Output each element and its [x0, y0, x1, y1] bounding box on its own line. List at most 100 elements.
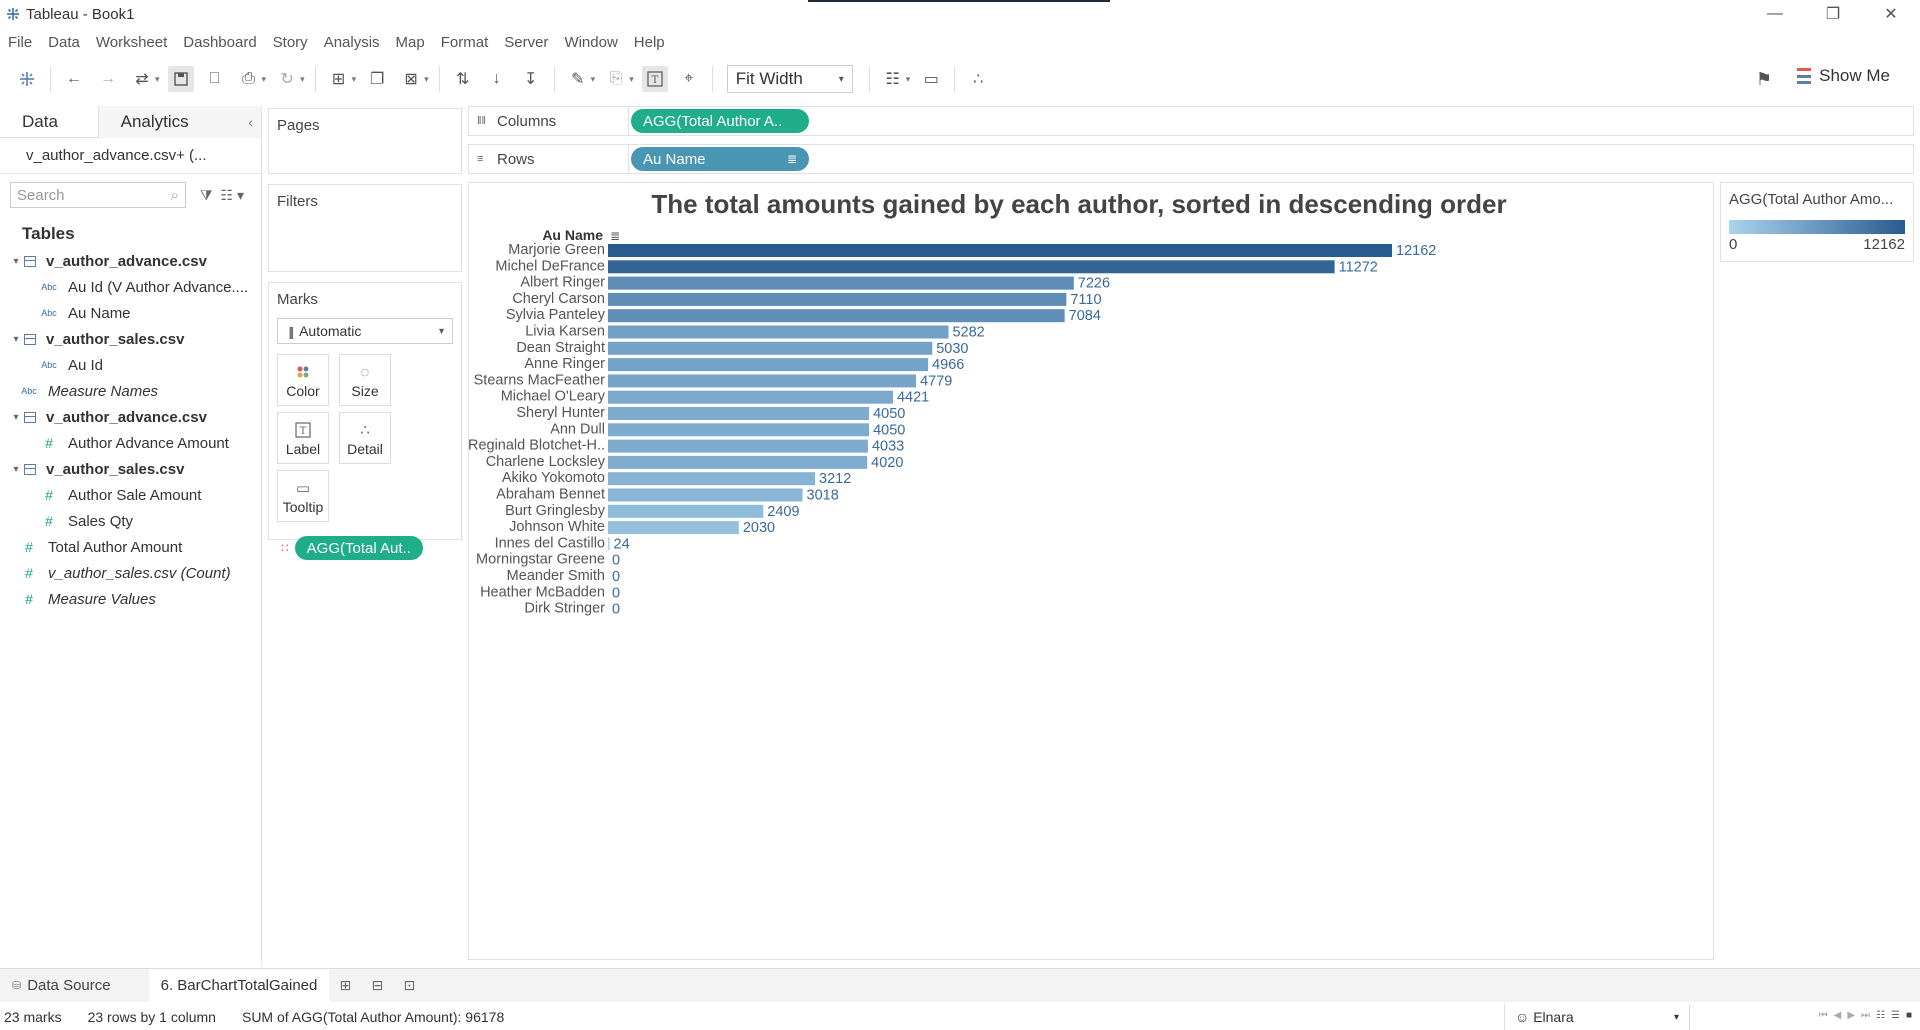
duplicate-sheet-icon[interactable]: ❐	[364, 66, 390, 92]
rows-pill[interactable]: Au Name ≣	[631, 147, 809, 171]
chevron-down-icon[interactable]: ▾	[906, 74, 911, 85]
pause-updates-icon[interactable]: ⎙	[236, 66, 262, 92]
tab-analytics[interactable]: Analytics ‹	[97, 106, 261, 138]
chevron-down-icon[interactable]: ▾	[591, 74, 596, 85]
menu-file[interactable]: File	[8, 34, 32, 51]
redo-icon[interactable]: →	[95, 66, 121, 92]
dimension-field[interactable]: Abc Measure Names	[0, 378, 261, 404]
chevron-down-icon[interactable]: ▾	[262, 74, 267, 85]
tooltip-button[interactable]: ▭ Tooltip	[277, 470, 329, 522]
menu-dashboard[interactable]: Dashboard	[183, 34, 256, 51]
menu-window[interactable]: Window	[564, 34, 617, 51]
marks-color-pill[interactable]: AGG(Total Aut..	[294, 536, 423, 560]
tableau-home-icon[interactable]	[14, 66, 40, 92]
undo-icon[interactable]: ←	[61, 66, 87, 92]
worksheet-view[interactable]: The total amounts gained by each author,…	[468, 182, 1714, 960]
bar-mark[interactable]	[608, 423, 870, 437]
share-icon[interactable]: ∴	[965, 66, 991, 92]
menu-analysis[interactable]: Analysis	[324, 34, 380, 51]
show-tabs-icon[interactable]: ☰	[1891, 1010, 1900, 1021]
detail-button[interactable]: ∴ Detail	[339, 412, 391, 464]
refresh-icon[interactable]: ↻	[274, 66, 300, 92]
chevron-down-icon[interactable]: ▾	[8, 256, 24, 267]
new-worksheet-icon[interactable]: ⊞	[326, 66, 352, 92]
user-menu[interactable]: ☺ Elnara ▾	[1504, 1004, 1690, 1030]
bar-mark[interactable]	[608, 292, 1067, 306]
bar-mark[interactable]	[608, 390, 893, 404]
show-filmstrip-icon[interactable]: ☷	[1876, 1010, 1885, 1021]
swap-rows-columns-icon[interactable]: ⇅	[450, 66, 476, 92]
highlight-icon[interactable]: ✎	[565, 66, 591, 92]
close-button[interactable]: ✕	[1862, 0, 1920, 28]
bar-mark[interactable]	[608, 309, 1065, 323]
show-cards-icon[interactable]: ☷	[880, 66, 906, 92]
datasource-item[interactable]: v_author_advance.csv+ (...	[0, 138, 261, 174]
bar-mark[interactable]	[608, 341, 933, 355]
measure-field[interactable]: # Sales Qty	[0, 508, 261, 534]
columns-shelf[interactable]: ‖‖ Columns AGG(Total Author A..	[468, 106, 1914, 136]
bar-mark[interactable]	[608, 455, 868, 469]
size-button[interactable]: ◌ Size	[339, 354, 391, 406]
last-sheet-icon[interactable]: ⏭	[1861, 1010, 1870, 1021]
table-item[interactable]: ▾ v_author_sales.csv	[0, 326, 261, 352]
search-input[interactable]: Search ⌕	[10, 182, 186, 208]
chevron-down-icon[interactable]: ▾	[352, 74, 357, 85]
pages-shelf[interactable]: Pages	[268, 108, 462, 174]
menu-server[interactable]: Server	[504, 34, 548, 51]
bar-mark[interactable]	[608, 472, 816, 486]
dimension-field[interactable]: Abc Au Id	[0, 352, 261, 378]
menu-format[interactable]: Format	[441, 34, 489, 51]
filter-icon[interactable]: ⧩	[200, 187, 213, 204]
filters-shelf[interactable]: Filters	[268, 184, 462, 272]
bar-mark[interactable]	[608, 504, 764, 518]
table-item[interactable]: ▾ v_author_sales.csv	[0, 456, 261, 482]
bar-mark[interactable]	[608, 244, 1392, 257]
chevron-down-icon[interactable]: ▾	[629, 74, 634, 85]
bar-mark[interactable]	[608, 439, 868, 453]
label-button[interactable]: T Label	[277, 412, 329, 464]
menu-help[interactable]: Help	[634, 34, 665, 51]
columns-pill[interactable]: AGG(Total Author A..	[631, 109, 809, 133]
bar-mark[interactable]	[608, 521, 739, 535]
bar-mark[interactable]	[608, 537, 610, 551]
restore-button[interactable]: ❐	[1804, 0, 1862, 28]
new-worksheet-icon[interactable]: ⊞	[329, 977, 361, 994]
table-item[interactable]: ▾ v_author_advance.csv	[0, 404, 261, 430]
next-sheet-icon[interactable]: ▶	[1847, 1010, 1855, 1021]
dimension-field[interactable]: Abc Au Id (V Author Advance....	[0, 274, 261, 300]
sort-icon[interactable]: ≣	[610, 229, 620, 243]
chevron-down-icon[interactable]: ▾	[8, 464, 24, 475]
minimize-button[interactable]: —	[1746, 0, 1804, 28]
new-datasource-icon[interactable]: ⎕	[202, 66, 228, 92]
dimension-field[interactable]: Abc Au Name	[0, 300, 261, 326]
bar-mark[interactable]	[608, 358, 929, 372]
clear-sheet-icon[interactable]: ⊠	[398, 66, 424, 92]
new-dashboard-icon[interactable]: ⊟	[361, 977, 393, 994]
bar-mark[interactable]	[608, 260, 1335, 274]
show-sheet-sorter-icon[interactable]: ■	[1906, 1010, 1912, 1021]
show-mark-labels-icon[interactable]: T	[641, 66, 668, 92]
replay-icon[interactable]: ⇄	[129, 66, 155, 92]
view-options-icon[interactable]: ☷ ▾	[221, 187, 244, 204]
group-members-icon[interactable]: ⎘	[603, 66, 629, 92]
menu-worksheet[interactable]: Worksheet	[96, 34, 167, 51]
mark-type-select[interactable]: ▐ Automatic ▾	[277, 318, 453, 344]
sort-ascending-icon[interactable]: ↓	[484, 66, 510, 92]
collapse-pane-icon[interactable]: ‹	[248, 114, 253, 130]
presentation-mode-icon[interactable]: ▭	[918, 66, 944, 92]
show-me-button[interactable]: Show Me	[1797, 66, 1890, 86]
measure-field[interactable]: # Measure Values	[0, 586, 261, 612]
chevron-down-icon[interactable]: ▾	[8, 412, 24, 423]
measure-field[interactable]: # v_author_sales.csv (Count)	[0, 560, 261, 586]
pin-icon[interactable]: ⚑	[1756, 69, 1772, 90]
chevron-down-icon[interactable]: ▾	[155, 74, 160, 85]
menu-map[interactable]: Map	[396, 34, 425, 51]
tab-active-sheet[interactable]: 6. BarChartTotalGained	[148, 968, 330, 1003]
new-story-icon[interactable]: ⊡	[393, 977, 425, 994]
first-sheet-icon[interactable]: ⏮	[1819, 1010, 1828, 1021]
measure-field[interactable]: # Author Advance Amount	[0, 430, 261, 456]
calculated-field[interactable]: # Total Author Amount	[0, 534, 261, 560]
menu-story[interactable]: Story	[273, 34, 308, 51]
bar-mark[interactable]	[608, 374, 917, 388]
table-item[interactable]: ▾ v_author_advance.csv	[0, 248, 261, 274]
